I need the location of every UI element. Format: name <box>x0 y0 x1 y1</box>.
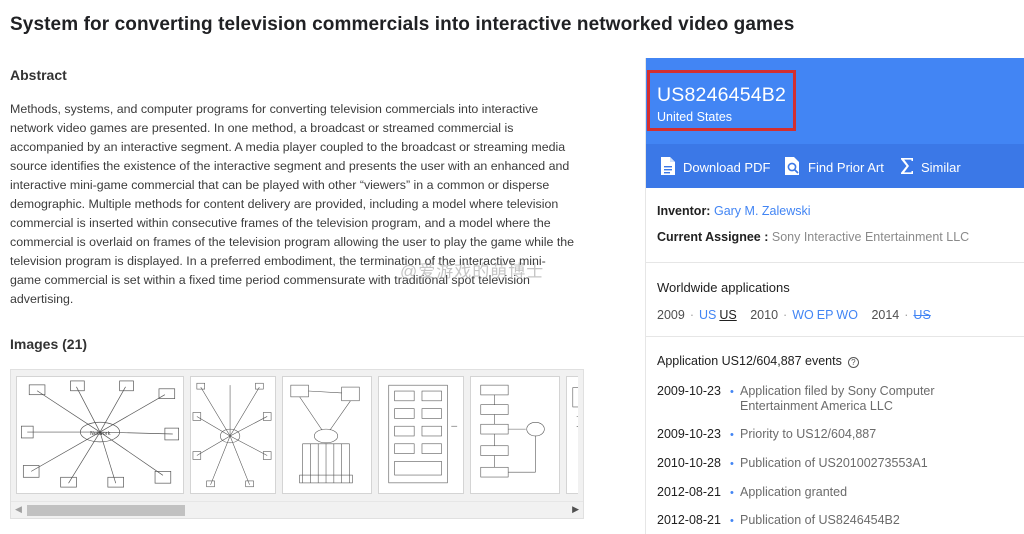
scroll-right-icon[interactable]: ▶ <box>572 504 579 515</box>
country-link-current[interactable]: US <box>719 308 736 322</box>
download-pdf-button[interactable]: Download PDF <box>660 156 770 178</box>
assignee-label: Current Assignee : <box>657 230 769 244</box>
patent-figure-thumbnail[interactable] <box>566 376 578 494</box>
event-date: 2010-10-28 <box>657 456 721 470</box>
similar-button[interactable]: Similar <box>900 156 961 178</box>
download-pdf-label: Download PDF <box>683 159 771 175</box>
scroll-left-icon[interactable]: ◀ <box>15 504 22 515</box>
bullet-icon: • <box>730 515 734 527</box>
sigma-icon <box>900 157 914 178</box>
svg-text:Network: Network <box>90 431 111 437</box>
sketch-figure-icon <box>572 387 578 427</box>
abstract-heading: Abstract <box>10 67 67 83</box>
patent-figure-thumbnail[interactable] <box>378 376 464 494</box>
event-row: 2010-10-28 • Publication of US20100273553A… <box>657 456 928 471</box>
horizontal-scrollbar[interactable]: ◀ ▶ <box>11 501 583 518</box>
bullet-icon: • <box>730 386 734 398</box>
worldwide-applications-title: Worldwide applications <box>657 280 790 295</box>
find-prior-art-button[interactable]: Find Prior Art <box>784 156 884 178</box>
assignee-value: Sony Interactive Entertainment LLC <box>771 230 970 244</box>
inventor-row: Inventor: Gary M. Zalewski <box>657 204 811 218</box>
images-heading: Images (21) <box>10 336 88 352</box>
worldwide-applications-row: 2009 · US US 2010 · WO EP WO 2014 · US <box>657 308 931 322</box>
network-diagram-icon: Network <box>21 380 179 488</box>
event-description: Publication of US8246454B2 <box>740 513 900 527</box>
event-date: 2012-08-21 <box>657 485 721 499</box>
divider <box>646 262 1024 263</box>
event-row: 2012-08-21 • Application granted <box>657 485 847 500</box>
watermark-text: @爱游戏的萌博士 <box>400 262 545 281</box>
block-diagram-icon <box>388 384 458 484</box>
event-row: 2012-08-21 • Publication of US8246454B2 <box>657 513 900 528</box>
country-link[interactable]: WO <box>792 308 814 322</box>
event-row: 2009-10-23 • Priority to US12/604,887 <box>657 427 876 442</box>
similar-label: Similar <box>921 159 961 175</box>
event-row: 2009-10-23 • Application filed by Sony Com… <box>657 384 935 414</box>
flowchart-icon <box>480 384 545 478</box>
country-link[interactable]: EP <box>817 308 834 322</box>
hub-diagram-icon <box>192 382 272 488</box>
panel-actions: Download PDF Find Prior Art Similar <box>646 144 1024 188</box>
patent-figure-thumbnail[interactable] <box>190 376 276 494</box>
event-date: 2009-10-23 <box>657 384 721 398</box>
image-gallery: Network ◀ ▶ <box>10 369 584 519</box>
bullet-icon: • <box>730 458 734 470</box>
search-document-icon <box>784 156 801 179</box>
scrollbar-thumb[interactable] <box>27 505 185 516</box>
bullet-icon: • <box>730 429 734 441</box>
patent-figure-thumbnail[interactable]: Network <box>16 376 184 494</box>
patent-figure-thumbnail[interactable] <box>282 376 372 494</box>
patent-country: United States <box>657 110 733 124</box>
country-link[interactable]: WO <box>836 308 858 322</box>
thumbnail-strip: Network <box>16 376 578 500</box>
assignee-row: Current Assignee : Sony Interactive Ente… <box>657 230 969 244</box>
patent-summary-panel: US8246454B2 United States Download PDF F… <box>645 58 1024 534</box>
help-icon[interactable]: ? <box>847 357 859 368</box>
year-label: 2014 <box>871 308 900 322</box>
events-title: Application US12/604,887 events? <box>657 354 859 368</box>
country-link-expired[interactable]: US <box>913 308 930 322</box>
event-date: 2009-10-23 <box>657 427 721 441</box>
bullet-icon: • <box>730 487 734 499</box>
divider <box>646 336 1024 337</box>
patent-number: US8246454B2 <box>657 84 787 106</box>
event-description: Publication of US20100273553A1 <box>740 456 928 470</box>
country-link[interactable]: US <box>699 308 716 322</box>
inventor-link[interactable]: Gary M. Zalewski <box>714 204 811 218</box>
year-label: 2009 <box>657 308 685 322</box>
event-description: Priority to US12/604,887 <box>740 427 877 441</box>
inventor-label: Inventor: <box>657 204 711 218</box>
event-description: Application granted <box>740 485 848 499</box>
event-date: 2012-08-21 <box>657 513 721 527</box>
events-title-text: Application US12/604,887 events <box>657 354 842 368</box>
event-description: Application filed by Sony Computer Entert… <box>740 384 935 413</box>
year-label: 2010 <box>750 308 779 322</box>
document-icon <box>660 156 676 179</box>
find-prior-art-label: Find Prior Art <box>808 159 884 175</box>
panel-header: US8246454B2 United States <box>646 58 1024 144</box>
flow-diagram-icon <box>290 384 360 484</box>
page-title: System for converting television commerc… <box>10 14 795 35</box>
patent-figure-thumbnail[interactable] <box>470 376 560 494</box>
